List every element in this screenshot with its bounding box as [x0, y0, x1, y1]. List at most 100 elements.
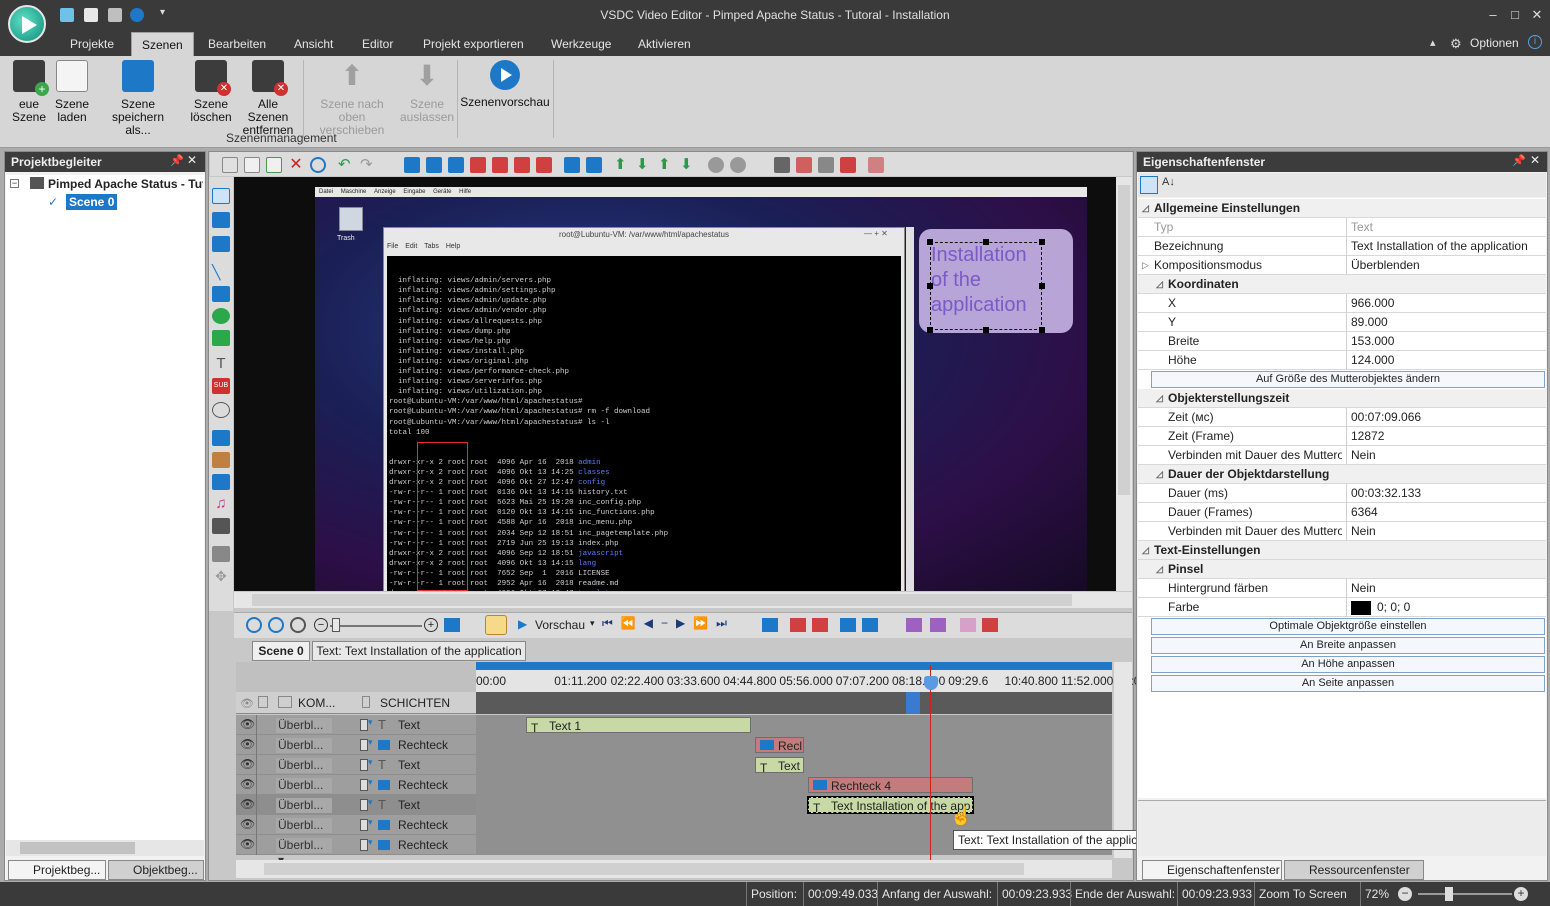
layer-menu-icon[interactable] [360, 759, 368, 771]
property-row[interactable]: Zeit (Frame) 12872 [1138, 427, 1546, 446]
property-action-button[interactable]: An Höhe anpassen [1151, 656, 1545, 673]
pin-icon[interactable]: 📌 [170, 154, 184, 167]
eye-icon[interactable]: 👁 [240, 797, 255, 811]
property-section[interactable]: ◿ Objekterstellungszeit [1138, 389, 1546, 408]
horizontal-scrollbar[interactable] [6, 840, 204, 856]
transport-controls[interactable]: ⏮⏪◀−▶⏩⏭ [602, 616, 735, 631]
rectangle-clip[interactable]: Rechteck 4 [808, 777, 973, 793]
back-icon[interactable] [840, 618, 856, 632]
tab-scene-0[interactable]: Scene 0 [252, 641, 310, 661]
rectangle-tool-icon[interactable] [212, 286, 230, 302]
property-value[interactable]: Überblenden [1346, 256, 1546, 275]
align-center-icon[interactable] [514, 157, 530, 173]
property-action-button[interactable]: Auf Größe des Mutterobjektes ändern [1151, 371, 1545, 388]
preview-dropdown-icon[interactable]: ▾ [590, 618, 595, 629]
bring-front-icon[interactable]: ⬆ [658, 157, 674, 173]
property-action-button[interactable]: An Breite anpassen [1151, 637, 1545, 654]
preview-vertical-scrollbar[interactable] [1116, 177, 1132, 591]
resize-handle[interactable] [927, 239, 933, 245]
crop-icon[interactable] [796, 157, 812, 173]
playhead-handle[interactable] [924, 676, 938, 690]
zoom-slider-thumb[interactable] [1445, 887, 1453, 901]
gear-icon[interactable]: ⚙ [1450, 36, 1462, 52]
resize-handle[interactable] [1039, 283, 1045, 289]
collapse-triangle-icon[interactable]: ◿ [1142, 199, 1149, 218]
blend-mode-select[interactable]: Überbl... ▾ [276, 758, 332, 787]
ellipse-tool-icon[interactable] [212, 308, 230, 324]
timeline-horizontal-scrollbar[interactable] [236, 860, 1112, 878]
delete-scene-button[interactable]: ✕ Szene löschen [188, 60, 234, 124]
tab-editor[interactable]: Editor [352, 32, 403, 56]
move-tool-icon[interactable]: ✥ [212, 568, 230, 584]
layer-menu-icon[interactable] [360, 779, 368, 791]
tab-projekt-exportieren[interactable]: Projekt exportieren [413, 32, 534, 56]
property-value[interactable]: Nein [1346, 522, 1546, 541]
selected-text-object[interactable]: Installation of the application [930, 242, 1042, 330]
tab-ansicht[interactable]: Ansicht [284, 32, 343, 56]
dropdown-icon[interactable]: ▾ [368, 837, 373, 848]
maximize-icon[interactable]: □ [1504, 6, 1526, 24]
tab-bearbeiten[interactable]: Bearbeiten [198, 32, 276, 56]
tab-objektbegleiter[interactable]: Objektbeg... [108, 860, 204, 880]
pin-icon[interactable]: 📌 [1512, 154, 1526, 167]
property-row[interactable]: Verbinden mit Dauer des Mutterobjekts Nei… [1138, 522, 1546, 541]
playhead[interactable] [930, 665, 931, 860]
property-row[interactable]: Höhe 124.000 [1138, 351, 1546, 370]
move-scene-up-button[interactable]: ⬆ Szene nach oben verschieben [306, 60, 398, 137]
play-preview-icon[interactable]: ▶ [518, 617, 527, 631]
tree-collapse-icon[interactable]: − [10, 179, 19, 188]
align-top-icon[interactable] [470, 157, 486, 173]
expand-triangle-icon[interactable]: ▷ [1142, 256, 1149, 275]
property-row[interactable]: ▷ Kompositionsmodus Überblenden [1138, 256, 1546, 275]
timeline-layer-row[interactable]: 👁 Überbl... ▾ ▾ Rechteck [236, 775, 1112, 807]
timeline-range-bar[interactable] [476, 662, 1112, 670]
cut-icon[interactable] [222, 157, 238, 173]
property-row[interactable]: Typ Text [1138, 218, 1546, 237]
video-tool-icon[interactable] [212, 518, 230, 534]
resize-handle[interactable] [1039, 239, 1045, 245]
blend-mode-select[interactable]: Überbl... ▾ [276, 818, 332, 847]
clock-icon[interactable] [485, 615, 507, 635]
grid-icon[interactable] [774, 157, 790, 173]
align-icon[interactable] [404, 157, 420, 173]
add-video-icon[interactable] [212, 236, 230, 252]
layer-menu-icon[interactable] [360, 839, 368, 851]
layer-menu-icon[interactable] [360, 819, 368, 831]
property-value[interactable]: 00:07:09.066 [1346, 408, 1546, 427]
tab-projektbegleiter[interactable]: Projektbeg... [8, 860, 106, 880]
property-row[interactable]: X 966.000 [1138, 294, 1546, 313]
transform-icon[interactable] [868, 157, 884, 173]
fit-icon[interactable] [564, 157, 580, 173]
dropdown-icon[interactable]: ▾ [368, 737, 373, 748]
blend-mode-select[interactable]: Überbl... ▾ [276, 838, 332, 867]
send-back-icon[interactable]: ⬇ [680, 157, 696, 173]
timeline-layer-row[interactable]: 👁 Überbl... ▾ ▾ T Text [236, 755, 1112, 787]
delete-icon[interactable]: ✕ [288, 157, 304, 173]
text-clip[interactable]: T Text [755, 757, 804, 773]
align-right-icon[interactable] [448, 157, 464, 173]
zoom-fit-icon[interactable] [290, 617, 306, 633]
marker-add-icon[interactable] [960, 618, 976, 632]
marker-icon[interactable] [840, 157, 856, 173]
property-row[interactable]: Breite 153.000 [1138, 332, 1546, 351]
freehand-tool-icon[interactable] [212, 330, 230, 346]
group-icon[interactable] [730, 157, 746, 173]
property-section[interactable]: ◿ Text-Einstellungen [1138, 541, 1546, 560]
zoom-minus-icon[interactable]: − [314, 618, 328, 632]
property-section[interactable]: ◿ Pinsel [1138, 560, 1546, 579]
property-row[interactable]: Hintergrund färben Nein [1138, 579, 1546, 598]
eye-icon[interactable]: 👁 [240, 777, 255, 791]
timeline-vertical-scrollbar[interactable] [1114, 662, 1132, 858]
zoom-out-icon[interactable] [268, 617, 284, 633]
snap-icon[interactable] [818, 157, 834, 173]
text-clip[interactable]: T Text Installation of the app [807, 796, 974, 814]
property-section[interactable]: ◿ Koordinaten [1138, 275, 1546, 294]
layer-menu-icon[interactable] [360, 799, 368, 811]
property-row[interactable]: Dauer (ms) 00:03:32.133 [1138, 484, 1546, 503]
categorized-icon[interactable] [1140, 176, 1158, 194]
property-value[interactable]: 966.000 [1346, 294, 1546, 313]
layer-track[interactable] [476, 795, 1112, 815]
property-row[interactable]: Dauer (Frames) 6364 [1138, 503, 1546, 522]
align-left-icon[interactable] [426, 157, 442, 173]
collapse-triangle-icon[interactable]: ◿ [1156, 275, 1163, 294]
